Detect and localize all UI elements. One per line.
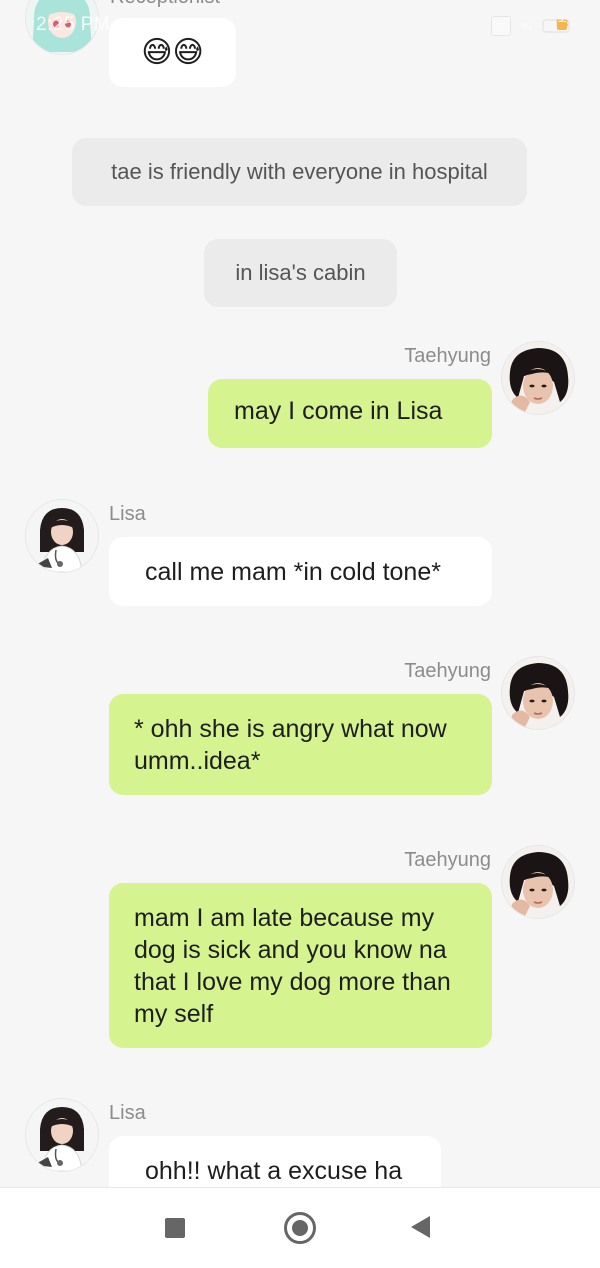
circle-home-icon[interactable] — [284, 1212, 316, 1244]
message-bubble-taehyung[interactable]: mam I am late because my dog is sick and… — [109, 883, 492, 1048]
sender-name-lisa: Lisa — [109, 503, 146, 525]
message-bubble-lisa[interactable]: ohh!! what a excuse ha — [109, 1136, 441, 1187]
sender-name-taehyung: Taehyung — [404, 660, 491, 682]
status-time: 2:25 PM — [36, 14, 111, 35]
lisa-avatar[interactable] — [26, 500, 98, 572]
taehyung-avatar[interactable] — [502, 846, 574, 918]
taehyung-avatar[interactable] — [502, 657, 574, 729]
network-indicator: 4G — [521, 21, 532, 31]
battery-icon: 53 — [542, 18, 570, 33]
notification-icon: ▫ — [491, 16, 512, 36]
sender-name-taehyung: Taehyung — [404, 345, 491, 367]
sender-name-taehyung: Taehyung — [404, 849, 491, 871]
narration-bubble[interactable]: tae is friendly with everyone in hospita… — [72, 138, 527, 206]
taehyung-avatar[interactable] — [502, 342, 574, 414]
status-icons: ▫ 4G 53 — [491, 16, 570, 36]
lisa-avatar[interactable] — [26, 1099, 98, 1171]
square-icon[interactable] — [165, 1218, 185, 1238]
message-bubble-taehyung[interactable]: * ohh she is angry what now umm..idea* — [109, 694, 492, 795]
battery-level: 53 — [556, 18, 569, 30]
status-bar: 2:25 PM ▫ 4G 53 — [0, 0, 600, 58]
chat-scroll-area[interactable]: Receptionist 😅😅 tae is friendly with eve… — [0, 0, 600, 1187]
message-bubble-taehyung[interactable]: may I come in Lisa — [208, 379, 492, 448]
narration-bubble[interactable]: in lisa's cabin — [204, 239, 397, 307]
navigation-bar — [0, 1187, 600, 1268]
sender-name-lisa: Lisa — [109, 1102, 146, 1124]
triangle-back-icon[interactable] — [411, 1216, 430, 1238]
message-bubble-lisa[interactable]: call me mam *in cold tone* — [109, 537, 492, 606]
